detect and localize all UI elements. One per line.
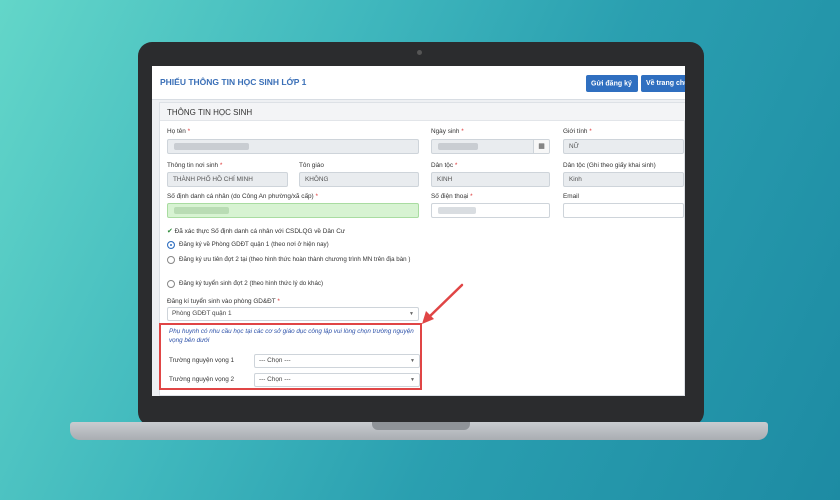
pointer-arrow-icon [422, 283, 464, 324]
